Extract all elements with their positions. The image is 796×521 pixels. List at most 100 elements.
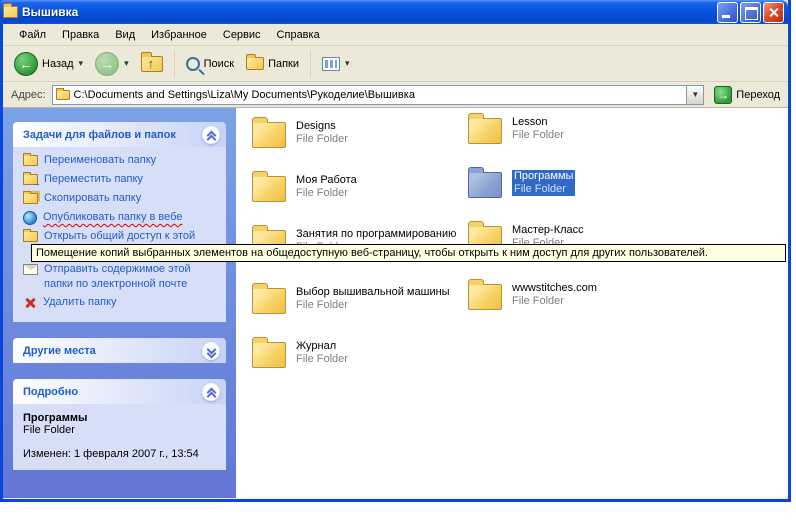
back-dropdown-icon[interactable]: ▾ <box>79 58 84 69</box>
folder-icon[interactable] <box>468 284 502 310</box>
task-label[interactable]: Отправить содержимое этой папки по элект… <box>44 262 220 292</box>
details-header[interactable]: Подробно <box>13 379 226 404</box>
folder-icon[interactable] <box>252 288 286 314</box>
folders-label: Папки <box>268 58 299 70</box>
up-button[interactable] <box>136 53 168 75</box>
folder-type: File Folder <box>296 133 348 146</box>
task-publish-folder-web[interactable]: Опубликовать папку в вебе <box>23 210 220 226</box>
delete-icon <box>23 296 37 310</box>
folder-name: Моя Работа <box>296 174 357 187</box>
task-label[interactable]: Переименовать папку <box>44 153 156 168</box>
folder-type: File Folder <box>512 183 575 196</box>
address-path[interactable]: C:\Documents and Settings\Liza\My Docume… <box>74 89 683 101</box>
folder-item-wwwstitches[interactable]: wwwstitches.com File Folder <box>468 282 597 310</box>
folder-item-designs[interactable]: Designs File Folder <box>252 120 348 148</box>
folder-type: File Folder <box>296 353 348 366</box>
folder-name: wwwstitches.com <box>512 282 597 295</box>
task-label[interactable]: Скопировать папку <box>44 191 141 206</box>
window-folder-icon <box>3 6 18 18</box>
collapse-chevron-icon[interactable] <box>202 126 220 144</box>
views-icon <box>322 57 340 71</box>
folder-name: Мастер-Класс <box>512 224 584 237</box>
main-area: Задачи для файлов и папок Переименовать … <box>3 108 788 498</box>
other-places-header[interactable]: Другие места <box>13 338 226 363</box>
address-dropdown-button[interactable]: ▼ <box>686 86 703 104</box>
folder-icon[interactable] <box>252 176 286 202</box>
menu-favorites[interactable]: Избранное <box>143 26 215 44</box>
menu-file[interactable]: Файл <box>11 26 54 44</box>
forward-arrow-icon: → <box>95 52 119 76</box>
close-button[interactable] <box>763 2 784 23</box>
maximize-button[interactable] <box>740 2 761 23</box>
task-rename-folder[interactable]: Переименовать папку <box>23 153 220 169</box>
address-label: Адрес: <box>11 89 46 101</box>
folder-icon[interactable] <box>252 342 286 368</box>
menu-help[interactable]: Справка <box>269 26 328 44</box>
toolbar: ← Назад ▾ → ▾ Поиск Папки ▾ <box>3 46 788 82</box>
expand-chevron-icon[interactable] <box>202 342 220 360</box>
menu-view[interactable]: Вид <box>107 26 143 44</box>
file-tasks-body: Переименовать папку → Переместить папку … <box>13 147 226 322</box>
search-button[interactable]: Поиск <box>181 54 239 74</box>
move-folder-icon: → <box>23 174 38 185</box>
details-body: Программы File Folder Изменен: 1 февраля… <box>13 404 226 470</box>
copy-folder-icon <box>23 193 38 204</box>
task-pane: Задачи для файлов и папок Переименовать … <box>3 108 236 498</box>
search-icon <box>186 57 200 71</box>
details-title: Подробно <box>23 386 78 398</box>
folder-item-moya-rabota[interactable]: Моя Работа File Folder <box>252 174 357 202</box>
folders-icon <box>246 57 264 70</box>
forward-button[interactable]: → ▾ <box>90 49 134 79</box>
task-copy-folder[interactable]: Скопировать папку <box>23 191 220 207</box>
email-icon <box>23 264 38 275</box>
publish-task-tooltip: Помещение копий выбранных элементов на о… <box>31 244 786 262</box>
up-folder-icon <box>141 56 163 72</box>
forward-dropdown-icon[interactable]: ▾ <box>124 58 129 69</box>
folder-name: Занятия по программированию <box>296 228 456 241</box>
file-tasks-header[interactable]: Задачи для файлов и папок <box>13 122 226 147</box>
collapse-chevron-icon[interactable] <box>202 383 220 401</box>
menu-edit[interactable]: Правка <box>54 26 107 44</box>
folder-type: File Folder <box>296 187 357 200</box>
task-label[interactable]: Удалить папку <box>43 295 117 310</box>
folder-name: Designs <box>296 120 348 133</box>
details-item-modified: Изменен: 1 февраля 2007 г., 13:54 <box>23 448 220 460</box>
search-label: Поиск <box>204 58 234 70</box>
explorer-window: Вышивка Файл Правка Вид Избранное Сервис… <box>0 0 791 502</box>
task-email-folder[interactable]: Отправить содержимое этой папки по элект… <box>23 262 220 292</box>
folder-view[interactable]: Designs File Folder Lesson File Folder М… <box>236 108 788 498</box>
go-label: Переход <box>736 89 780 101</box>
go-arrow-icon: → <box>714 86 732 104</box>
details-item-name: Программы <box>23 412 220 424</box>
folder-item-vybor-mashiny[interactable]: Выбор вышивальной машины File Folder <box>252 286 450 314</box>
folder-name: Выбор вышивальной машины <box>296 286 450 299</box>
other-places-title: Другие места <box>23 345 96 357</box>
folder-item-zhurnal[interactable]: Журнал File Folder <box>252 340 348 368</box>
title-bar[interactable]: Вышивка <box>0 0 788 24</box>
views-dropdown-icon[interactable]: ▾ <box>345 58 350 69</box>
views-button[interactable]: ▾ <box>317 54 355 74</box>
go-button[interactable]: → Переход <box>710 85 784 105</box>
toolbar-separator <box>174 51 175 77</box>
toolbar-separator <box>310 51 311 77</box>
folder-type: File Folder <box>512 295 597 308</box>
folder-item-programmy-selected[interactable]: Программы File Folder <box>468 170 575 198</box>
address-combo[interactable]: C:\Documents and Settings\Liza\My Docume… <box>52 85 705 105</box>
task-delete-folder[interactable]: Удалить папку <box>23 295 220 311</box>
task-move-folder[interactable]: → Переместить папку <box>23 172 220 188</box>
task-label[interactable]: Опубликовать папку в вебе <box>43 210 182 225</box>
address-folder-icon <box>56 90 70 100</box>
menu-tools[interactable]: Сервис <box>215 26 269 44</box>
file-tasks-section: Задачи для файлов и папок Переименовать … <box>13 122 226 322</box>
task-label[interactable]: Переместить папку <box>44 172 143 187</box>
back-button[interactable]: ← Назад ▾ <box>9 49 88 79</box>
window-title: Вышивка <box>22 5 717 19</box>
folder-item-lesson[interactable]: Lesson File Folder <box>468 116 564 144</box>
minimize-button[interactable] <box>717 2 738 23</box>
folder-icon[interactable] <box>252 122 286 148</box>
folder-icon[interactable] <box>468 118 502 144</box>
publish-web-globe-icon <box>23 211 37 225</box>
folders-button[interactable]: Папки <box>241 54 304 73</box>
folder-name: Lesson <box>512 116 564 129</box>
folder-icon-selected[interactable] <box>468 172 502 198</box>
